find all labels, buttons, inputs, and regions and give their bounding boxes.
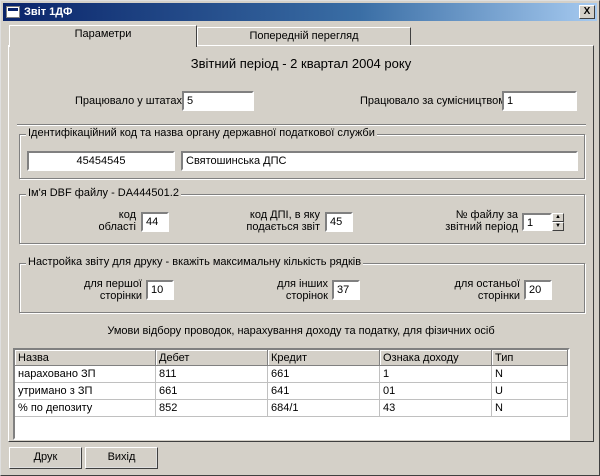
print-settings-group: Настройка звіту для друку - вкажіть макс… xyxy=(19,256,585,313)
cell-type[interactable]: U xyxy=(492,383,568,400)
exit-button[interactable]: Вихід xyxy=(85,447,158,469)
dpi-code-label: код ДПІ, в яку подається звіт xyxy=(246,209,320,233)
cell-type[interactable]: N xyxy=(492,366,568,383)
app-window-icon xyxy=(6,6,20,18)
tab-preview[interactable]: Попередній перегляд xyxy=(197,27,411,46)
table-row[interactable]: утримано з ЗП 661 641 01 U xyxy=(15,383,568,400)
cell-income-code[interactable]: 01 xyxy=(380,383,492,400)
cell-credit[interactable]: 641 xyxy=(268,383,380,400)
cell-income-code[interactable]: 43 xyxy=(380,400,492,417)
cell-credit[interactable]: 661 xyxy=(268,366,380,383)
tax-office-name-input[interactable]: Святошинська ДПС xyxy=(181,151,578,171)
cell-name[interactable]: нараховано ЗП xyxy=(15,366,156,383)
cell-debit[interactable]: 661 xyxy=(156,383,268,400)
tab-parameters[interactable]: Параметри xyxy=(9,25,197,47)
cell-name[interactable]: % по депозиту xyxy=(15,400,156,417)
cell-debit[interactable]: 852 xyxy=(156,400,268,417)
cell-name[interactable]: утримано з ЗП xyxy=(15,383,156,400)
table-row[interactable]: % по депозиту 852 684/1 43 N xyxy=(15,400,568,417)
column-header-debit[interactable]: Дебет xyxy=(156,350,268,366)
staff-label: Працювало у штатах xyxy=(75,95,182,107)
dpi-code-input[interactable]: 45 xyxy=(325,212,353,232)
file-number-input[interactable]: 1 xyxy=(522,213,552,231)
cell-income-code[interactable]: 1 xyxy=(380,366,492,383)
dbf-group: Ім'я DBF файлу - DA444501.2 код області … xyxy=(19,187,585,244)
parameters-panel: Звітний період - 2 квартал 2004 року Пра… xyxy=(8,45,594,442)
parttime-count-input[interactable]: 1 xyxy=(502,91,577,111)
other-pages-rows-input[interactable]: 37 xyxy=(332,280,360,300)
column-header-income-code[interactable]: Ознака доходу xyxy=(380,350,492,366)
cell-credit[interactable]: 684/1 xyxy=(268,400,380,417)
tax-office-group: Ідентифікаційний код та назва органу дер… xyxy=(19,127,585,179)
column-header-credit[interactable]: Кредит xyxy=(268,350,380,366)
dbf-legend: Ім'я DBF файлу - DA444501.2 xyxy=(26,187,181,199)
other-pages-label: для інших сторінок xyxy=(277,278,328,302)
divider xyxy=(17,124,586,126)
conditions-grid[interactable]: Назва Дебет Кредит Ознака доходу Тип нар… xyxy=(13,348,570,440)
parttime-label: Працювало за сумісництвом xyxy=(360,95,506,107)
grid-header: Назва Дебет Кредит Ознака доходу Тип xyxy=(15,350,568,366)
last-page-label: для останьої сторінки xyxy=(454,278,520,302)
conditions-title: Умови відбору проводок, нарахування дохо… xyxy=(107,325,495,337)
table-row[interactable]: нараховано ЗП 811 661 1 N xyxy=(15,366,568,383)
period-title: Звітний період - 2 квартал 2004 року xyxy=(190,56,412,71)
first-page-label: для першої сторінки xyxy=(83,278,142,302)
window-title: Звіт 1ДФ xyxy=(24,6,73,18)
region-code-input[interactable]: 44 xyxy=(141,212,169,232)
title-bar[interactable]: Звіт 1ДФ X xyxy=(3,3,597,21)
staff-count-input[interactable]: 5 xyxy=(182,91,254,111)
column-header-name[interactable]: Назва xyxy=(15,350,156,366)
region-code-label: код області xyxy=(98,209,136,233)
print-button[interactable]: Друк xyxy=(9,447,82,469)
last-page-rows-input[interactable]: 20 xyxy=(524,280,552,300)
spin-down-icon[interactable]: ▼ xyxy=(552,222,564,231)
tax-office-code-input[interactable]: 45454545 xyxy=(27,151,175,171)
first-page-rows-input[interactable]: 10 xyxy=(146,280,174,300)
cell-debit[interactable]: 811 xyxy=(156,366,268,383)
spin-up-icon[interactable]: ▲ xyxy=(552,213,564,222)
cell-type[interactable]: N xyxy=(492,400,568,417)
file-number-spinner[interactable]: ▲ ▼ xyxy=(552,213,564,231)
file-number-label: № файлу за звітний період xyxy=(445,209,518,233)
tax-office-legend: Ідентифікаційний код та назва органу дер… xyxy=(26,127,377,139)
report-window: Звіт 1ДФ X Параметри Попередній перегляд… xyxy=(0,0,600,476)
column-header-type[interactable]: Тип xyxy=(492,350,568,366)
close-button[interactable]: X xyxy=(579,5,595,19)
print-settings-legend: Настройка звіту для друку - вкажіть макс… xyxy=(26,256,364,268)
